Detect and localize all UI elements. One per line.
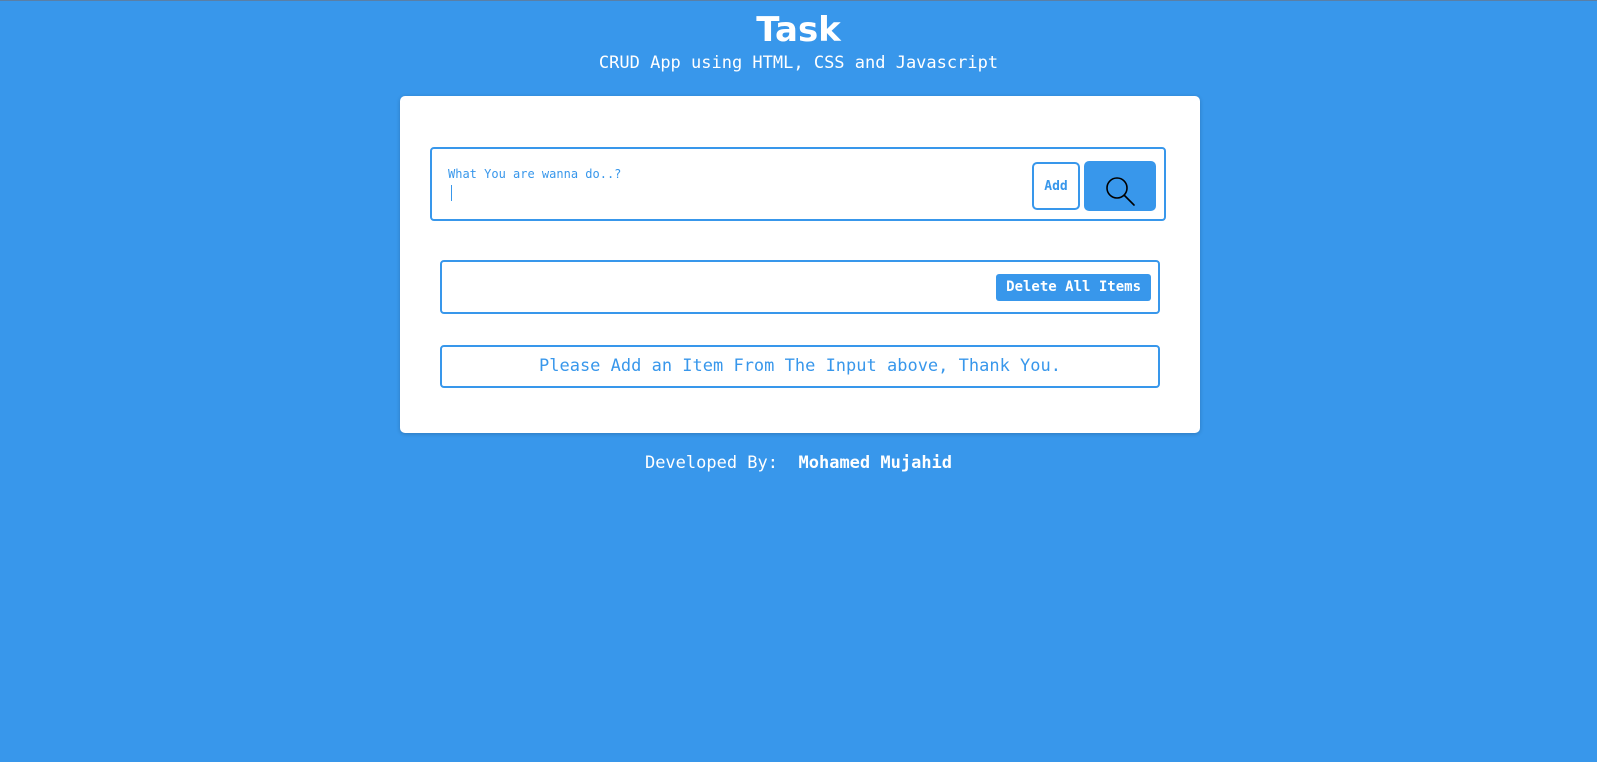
add-button[interactable]: Add — [1032, 162, 1080, 210]
footer: Developed By: Mohamed Mujahid — [0, 452, 1597, 474]
empty-list-message: Please Add an Item From The Input above,… — [539, 356, 1061, 376]
page-title: Task — [756, 10, 841, 50]
page-header: Task CRUD App using HTML, CSS and Javasc… — [0, 10, 1597, 74]
search-button[interactable] — [1084, 161, 1156, 211]
task-input[interactable] — [446, 163, 1016, 207]
delete-all-button[interactable]: Delete All Items — [996, 274, 1151, 301]
window-top-border — [0, 0, 1597, 1]
page-subtitle: CRUD App using HTML, CSS and Javascript — [598, 53, 999, 73]
search-icon — [1106, 176, 1135, 206]
main-card: What You are wanna do..? Add Delete All … — [400, 96, 1200, 433]
task-input-container: What You are wanna do..? Add — [430, 147, 1166, 221]
task-list: Please Add an Item From The Input above,… — [440, 345, 1160, 388]
list-actions-bar: Delete All Items — [440, 260, 1160, 314]
footer-label: Developed By: — [644, 453, 779, 473]
text-caret — [451, 185, 452, 201]
footer-author: Mohamed Mujahid — [798, 453, 953, 473]
